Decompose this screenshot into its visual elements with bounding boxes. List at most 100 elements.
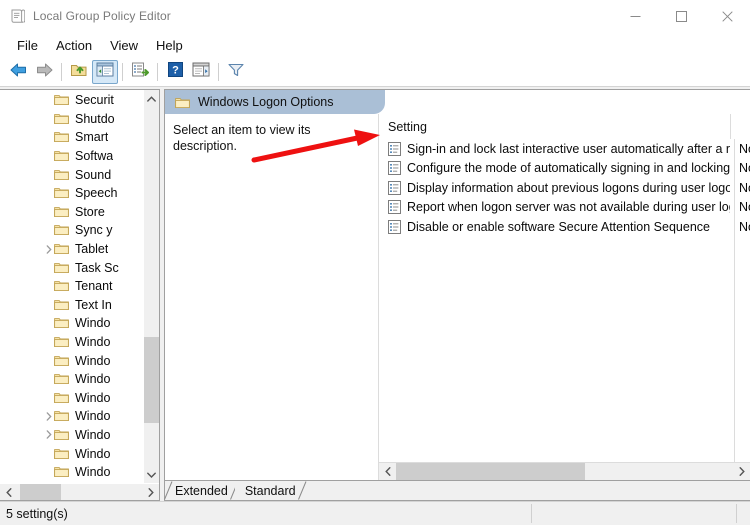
console-tree-list[interactable]: Securit Shutdo Smart Softwa Sound Speech Stor… xyxy=(0,90,143,483)
settings-row-setting-cell: Configure the mode of automatically sign… xyxy=(379,161,730,176)
tab-extended-label: Extended xyxy=(175,483,228,498)
close-button[interactable] xyxy=(704,0,750,32)
chevron-right-icon[interactable] xyxy=(44,411,54,421)
settings-row[interactable]: Disable or enable software Secure Attent… xyxy=(379,217,750,237)
minimize-button[interactable] xyxy=(612,0,658,32)
tree-item-label: Windo xyxy=(75,316,111,331)
back-button[interactable] xyxy=(5,60,31,84)
chevron-right-icon[interactable] xyxy=(44,244,54,254)
export-list-icon xyxy=(131,62,149,82)
settings-row-setting-label: Configure the mode of automatically sign… xyxy=(407,161,730,176)
results-hscroll-track[interactable] xyxy=(396,463,733,480)
forward-button[interactable] xyxy=(31,60,57,84)
tree-item[interactable]: Securit xyxy=(0,91,143,110)
menu-view[interactable]: View xyxy=(101,35,147,56)
show-hide-console-tree-button[interactable] xyxy=(92,60,118,84)
menu-action[interactable]: Action xyxy=(47,35,101,56)
action-pane-icon xyxy=(192,62,210,82)
menu-help[interactable]: Help xyxy=(147,35,192,56)
settings-row-setting-label: Display information about previous logon… xyxy=(407,180,730,195)
toolbar-separator xyxy=(61,63,62,81)
chevron-right-icon[interactable] xyxy=(142,487,159,497)
chevron-left-icon[interactable] xyxy=(379,467,396,476)
tree-item-label: Sound xyxy=(75,167,112,182)
folder-icon xyxy=(54,280,69,292)
folder-icon xyxy=(54,336,69,348)
tree-item[interactable]: Softwa xyxy=(0,147,143,166)
chevron-right-icon[interactable] xyxy=(733,467,750,476)
tree-item-label: Tablet xyxy=(75,242,109,257)
settings-row[interactable]: Configure the mode of automatically sign… xyxy=(379,159,750,179)
tree-item[interactable]: Windo xyxy=(0,389,143,408)
tab-extended[interactable]: Extended xyxy=(164,481,239,500)
folder-icon xyxy=(54,113,69,125)
tree-item[interactable]: Task Sc xyxy=(0,258,143,277)
folder-icon xyxy=(54,299,69,311)
tree-item[interactable]: Speech xyxy=(0,184,143,203)
tree-horizontal-scrollbar[interactable] xyxy=(0,483,159,500)
results-horizontal-scrollbar[interactable] xyxy=(379,462,750,480)
chevron-down-icon[interactable] xyxy=(144,466,159,483)
tree-hscroll-thumb[interactable] xyxy=(19,484,61,500)
settings-row-setting-label: Sign-in and lock last interactive user a… xyxy=(407,141,730,156)
tree-item[interactable]: Windo xyxy=(0,463,143,482)
tree-item[interactable]: Sync y xyxy=(0,221,143,240)
tree-item-label: Windo xyxy=(75,409,111,424)
tree-item[interactable]: Windo xyxy=(0,370,143,389)
policy-setting-icon xyxy=(388,180,401,195)
tree-item[interactable]: Smart xyxy=(0,128,143,147)
chevron-right-icon[interactable] xyxy=(44,430,54,440)
tree-vertical-scrollbar[interactable] xyxy=(143,90,159,483)
tree-item[interactable]: Shutdo xyxy=(0,110,143,129)
settings-row[interactable]: Report when logon server was not availab… xyxy=(379,198,750,218)
tree-vscroll-track[interactable] xyxy=(144,107,159,466)
tree-item[interactable]: Windo xyxy=(0,333,143,352)
tree-item[interactable]: Windo xyxy=(0,314,143,333)
title-bar: Local Group Policy Editor xyxy=(0,0,750,32)
tree-item[interactable]: Windo xyxy=(0,444,143,463)
tree-item[interactable]: Text In xyxy=(0,296,143,315)
menu-file[interactable]: File xyxy=(8,35,47,56)
tab-standard[interactable]: Standard xyxy=(234,481,307,500)
policy-setting-icon xyxy=(388,200,401,215)
tree-item[interactable]: Store xyxy=(0,203,143,222)
show-hide-action-pane-button[interactable] xyxy=(188,60,214,84)
tree-hscroll-track[interactable] xyxy=(17,484,142,500)
tree-item[interactable]: Windo xyxy=(0,407,143,426)
toolbar-separator xyxy=(122,63,123,81)
column-header-state[interactable] xyxy=(730,114,750,139)
settings-list-rows[interactable]: Sign-in and lock last interactive user a… xyxy=(379,139,750,462)
results-hscroll-thumb[interactable] xyxy=(396,463,585,480)
tree-item[interactable]: Windo xyxy=(0,426,143,445)
settings-row[interactable]: Display information about previous logon… xyxy=(379,178,750,198)
settings-row[interactable]: Sign-in and lock last interactive user a… xyxy=(379,139,750,159)
results-header-title: Windows Logon Options xyxy=(198,95,334,109)
chevron-left-icon[interactable] xyxy=(0,487,17,497)
folder-icon xyxy=(54,131,69,143)
up-one-level-button[interactable] xyxy=(66,60,92,84)
window-title: Local Group Policy Editor xyxy=(33,9,171,23)
chevron-up-icon[interactable] xyxy=(144,90,159,107)
column-header-setting[interactable]: Setting xyxy=(379,114,730,139)
tree-vscroll-thumb[interactable] xyxy=(144,336,159,423)
tree-item[interactable]: Sound xyxy=(0,165,143,184)
export-list-button[interactable] xyxy=(127,60,153,84)
settings-row-setting-cell: Disable or enable software Secure Attent… xyxy=(379,219,730,234)
tree-item[interactable]: Tablet xyxy=(0,240,143,259)
tree-item-label: Windo xyxy=(75,372,111,387)
tree-item[interactable]: Tenant xyxy=(0,277,143,296)
settings-row-state-cell: Not xyxy=(739,219,750,234)
folder-icon xyxy=(54,187,69,199)
window-controls xyxy=(612,0,750,32)
tree-item-label: Smart xyxy=(75,130,109,145)
maximize-button[interactable] xyxy=(658,0,704,32)
settings-list-pane: Setting Sign-in and lock last interactiv… xyxy=(378,114,750,480)
settings-row-state-cell: Not xyxy=(739,161,750,176)
folder-icon xyxy=(54,448,69,460)
help-button[interactable]: ? xyxy=(162,60,188,84)
question-mark-icon: ? xyxy=(167,62,183,82)
tree-item-label: Windo xyxy=(75,390,111,405)
filter-button[interactable] xyxy=(223,60,249,84)
back-arrow-icon xyxy=(9,62,28,83)
tree-item[interactable]: Windo xyxy=(0,351,143,370)
